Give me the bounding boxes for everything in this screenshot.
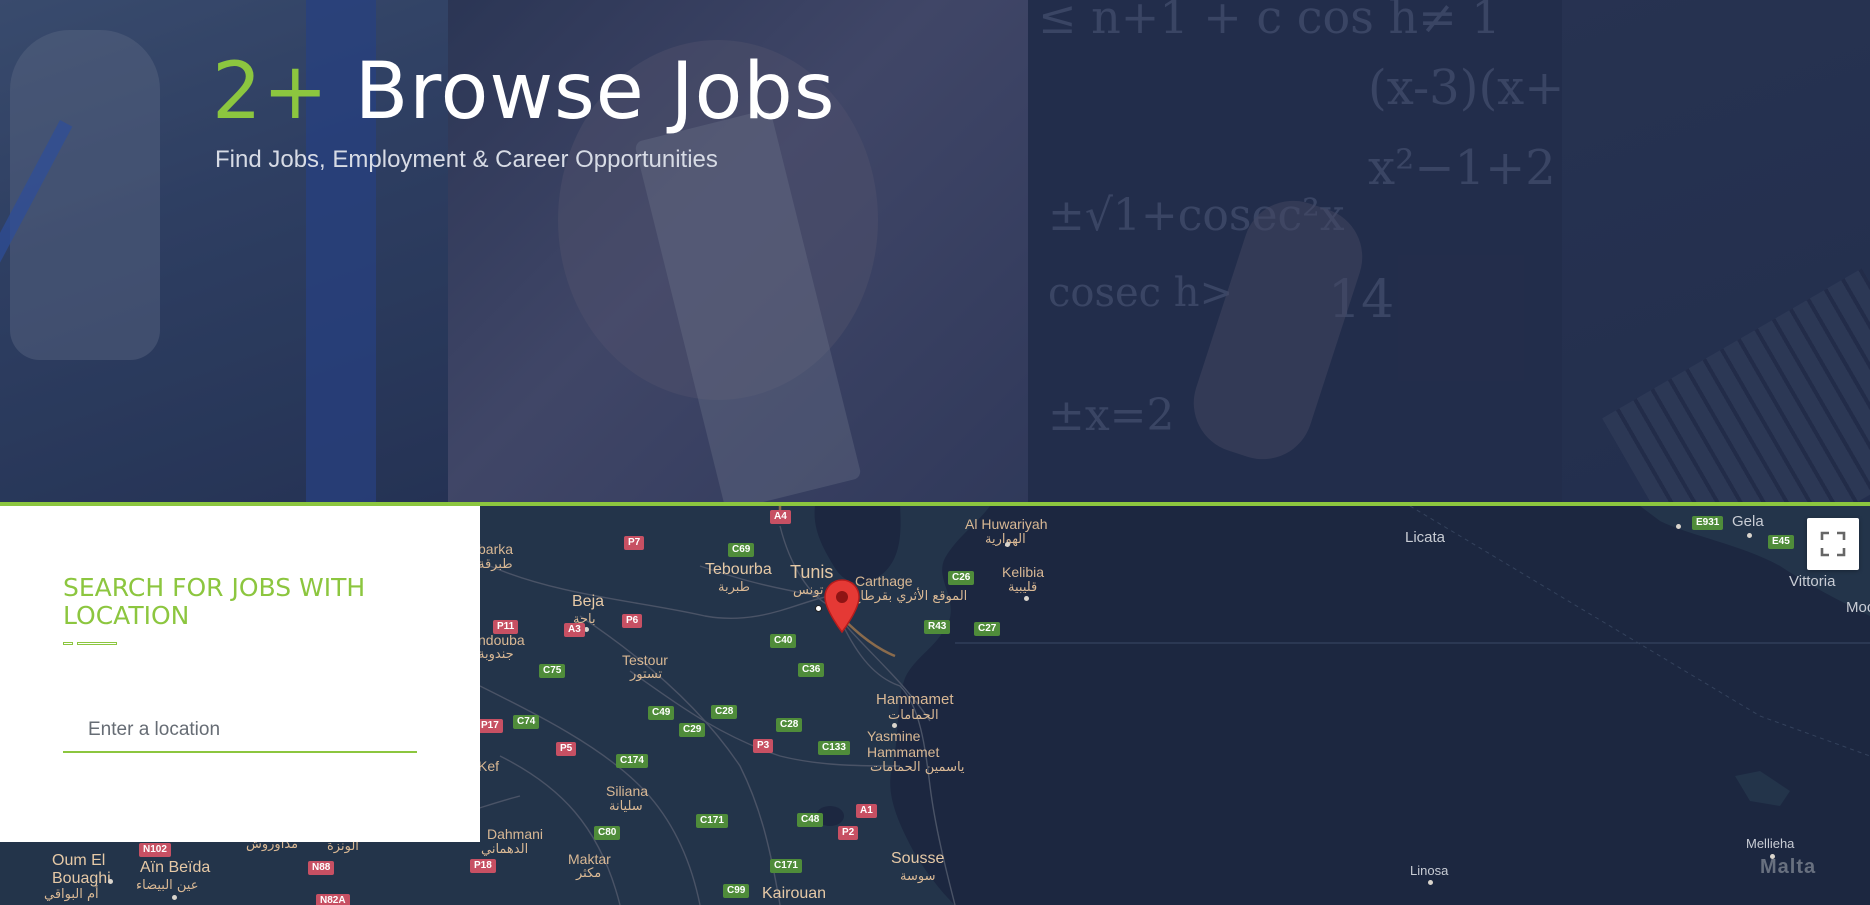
road-shield: C171 — [696, 814, 728, 828]
fullscreen-icon — [1820, 531, 1846, 557]
map-label-kelibia-ar: قليبية — [1008, 580, 1038, 595]
road-shield: N88 — [308, 861, 335, 875]
jobs-count: 2+ — [212, 47, 329, 137]
map-label-dahmani: Dahmani — [487, 826, 544, 842]
road-shield: C99 — [723, 884, 750, 898]
map-label-modica: Moc — [1846, 599, 1870, 616]
map-dot-tunis — [815, 605, 822, 612]
road-shield: P18 — [470, 859, 496, 873]
map-label-tebourba: Tebourba — [705, 561, 772, 578]
map-dot — [1770, 854, 1775, 859]
map-label-tunis-ar: تونس — [793, 583, 824, 598]
map-label-siliana: Siliana — [606, 783, 649, 799]
map-dot — [892, 723, 897, 728]
hero-banner: ≤ n+1 + c cos h≠ 1 (x-3)(x+1 ±√1+cosec²x… — [0, 0, 1870, 502]
map-dot — [1747, 533, 1752, 538]
map-label-malta: Malta — [1760, 856, 1817, 878]
map-label-al-huwariyah: Al Huwariyah — [965, 516, 1048, 532]
map-label-licata: Licata — [1405, 529, 1446, 546]
road-shield: C69 — [728, 543, 755, 557]
map-label-vittoria: Vittoria — [1789, 573, 1836, 590]
map-dot — [172, 895, 177, 900]
road-shield: N82A — [316, 894, 350, 905]
road-shield: E931 — [1692, 516, 1724, 530]
location-input[interactable] — [63, 709, 417, 753]
map-label-tabarka: barka — [478, 541, 514, 557]
map-label-linosa: Linosa — [1410, 863, 1449, 878]
map-label-yasmine-hammamet-ar: ياسمين الحمامات — [870, 760, 965, 775]
map-label-kairouan: Kairouan — [762, 885, 827, 902]
location-search-card: SEARCH FOR JOBS WITH LOCATION — [0, 506, 480, 842]
road-shield: P7 — [624, 536, 645, 550]
road-shield: P3 — [753, 739, 774, 753]
map-label-testour-ar: تستور — [630, 667, 663, 682]
map-label-siliana-ar: سليانة — [609, 799, 643, 814]
road-shield: C29 — [679, 723, 706, 737]
road-shield: P11 — [493, 620, 519, 634]
map-label-oum-el-bouaghi-ar: أم البواقي — [44, 887, 99, 902]
map-label-kelibia: Kelibia — [1002, 564, 1045, 580]
map-label-jendouba: ndouba — [478, 632, 525, 648]
map-label-sousse: Sousse — [891, 850, 945, 867]
map-label-dahmani-ar: الدهماني — [481, 842, 529, 857]
road-shield: A1 — [856, 804, 877, 818]
road-shield: C80 — [594, 826, 621, 840]
road-shield: C48 — [797, 813, 824, 827]
road-shield: C174 — [616, 754, 648, 768]
map-fullscreen-button[interactable] — [1807, 518, 1859, 570]
map-label-tabarka-ar: طبرقة — [478, 557, 513, 572]
road-shield: C75 — [539, 664, 566, 678]
road-shield: A3 — [564, 623, 585, 637]
map-label-tebourba-ar: طبربة — [718, 580, 751, 595]
map-label-beja: Beja — [572, 593, 605, 610]
map-dot — [1005, 542, 1010, 547]
road-shield: C28 — [711, 705, 738, 719]
map-marker-icon[interactable] — [823, 578, 861, 634]
road-shield: P6 — [622, 614, 643, 628]
map-label-kef: Kef — [478, 758, 500, 774]
map-dot — [108, 879, 113, 884]
search-heading: SEARCH FOR JOBS WITH LOCATION — [63, 573, 366, 630]
road-shield: C74 — [513, 715, 540, 729]
road-shield: C49 — [648, 706, 675, 720]
map-label-hammamet: Hammamet — [876, 691, 954, 708]
road-shield: E45 — [1768, 535, 1794, 549]
road-shield: C171 — [770, 859, 802, 873]
road-shield: C26 — [948, 571, 975, 585]
page-title-text: Browse Jobs — [354, 47, 836, 137]
map-dot — [1024, 596, 1029, 601]
road-shield: A4 — [770, 510, 791, 524]
road-shield: C36 — [798, 663, 825, 677]
map-label-ain-beida: Aïn Beïda — [140, 859, 211, 876]
map-label-yasmine-hammamet: Yasmine Hammamet — [867, 728, 940, 760]
road-shield: C28 — [776, 718, 803, 732]
road-shield: P5 — [556, 742, 577, 756]
heading-underline — [63, 642, 117, 646]
road-shield: P17 — [477, 719, 503, 733]
page-title: 2+ Browse Jobs — [212, 46, 835, 138]
road-shield: C133 — [818, 741, 850, 755]
road-shield: R43 — [924, 620, 951, 634]
road-shield: C40 — [770, 634, 797, 648]
road-shield: P2 — [838, 826, 859, 840]
page-subtitle: Find Jobs, Employment & Career Opportuni… — [215, 146, 718, 173]
map-label-hammamet-ar: الحمامات — [888, 708, 939, 723]
map-label-carthage: Carthage — [855, 573, 913, 589]
road-shield: N102 — [139, 843, 171, 857]
map-label-testour: Testour — [622, 652, 668, 668]
map-label-jendouba-ar: جندوبة — [478, 647, 514, 662]
road-shield: C27 — [974, 622, 1001, 636]
map-label-maktar: Maktar — [568, 851, 611, 867]
map-label-mellieha: Mellieha — [1746, 836, 1795, 851]
map-label-carthage-ar: الموقع الأثري بقرطاج — [852, 589, 968, 604]
map-dot — [1428, 880, 1433, 885]
map-label-gela: Gela — [1732, 513, 1764, 530]
map-label-ain-beida-ar: عين البيضاء — [136, 878, 199, 893]
map-label-maktar-ar: مكثر — [576, 866, 602, 881]
map-dot — [1676, 524, 1681, 529]
map-label-sousse-ar: سوسة — [900, 869, 936, 884]
